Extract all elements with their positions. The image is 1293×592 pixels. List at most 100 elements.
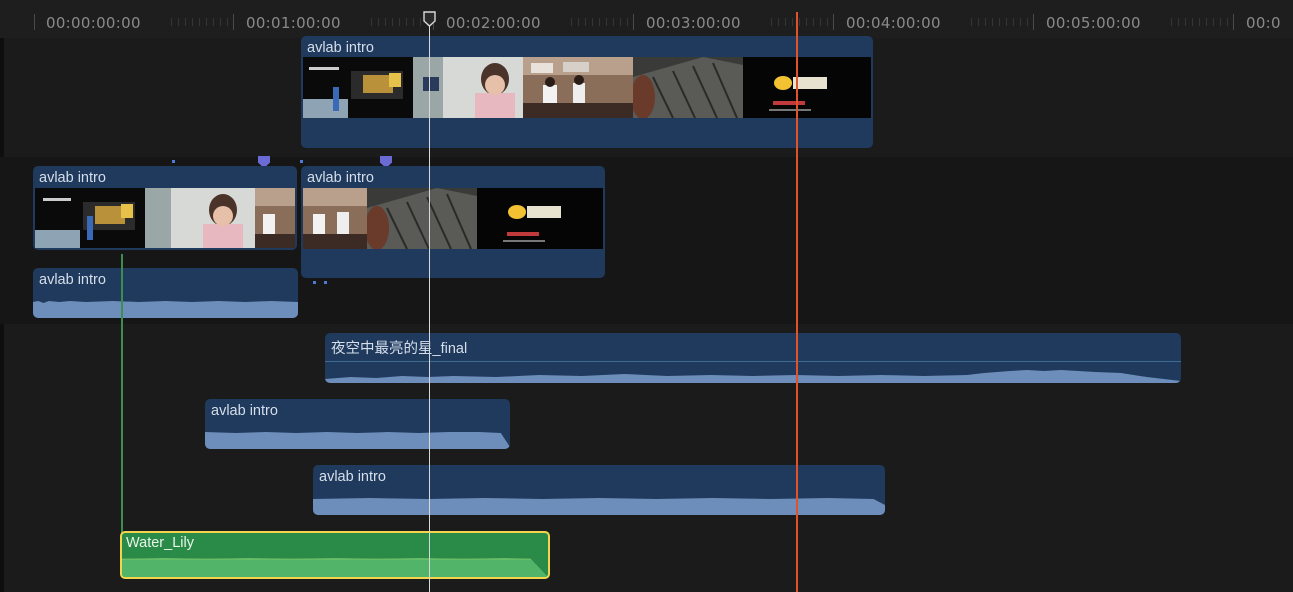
ruler-minor-tick <box>1020 18 1021 26</box>
keyframe-dot <box>300 160 303 163</box>
ruler-minor-tick <box>992 18 993 26</box>
filmstrip <box>35 188 295 248</box>
playhead-handle-icon[interactable] <box>423 11 436 27</box>
ruler-tick <box>233 14 234 30</box>
audio-clip[interactable]: avlab intro <box>205 399 510 449</box>
ruler-minor-tick <box>413 18 414 26</box>
ruler-timecode: 00:01:00:00 <box>246 14 341 32</box>
title-card-thumbnail <box>303 57 413 118</box>
connected-video-clip[interactable]: avlab intro <box>301 36 873 148</box>
ruler-tick <box>633 14 634 30</box>
ruler-minor-tick <box>1213 18 1214 26</box>
clip-label: avlab intro <box>39 170 106 186</box>
ruler-minor-tick <box>792 18 793 26</box>
ruler-tick <box>833 14 834 30</box>
ruler-minor-tick <box>827 18 828 26</box>
ruler-minor-tick <box>999 18 1000 26</box>
ruler-minor-tick <box>571 18 572 26</box>
ruler-minor-tick <box>1227 18 1228 26</box>
ruler-minor-tick <box>220 18 221 26</box>
skimmer-line <box>796 12 798 592</box>
ruler-minor-tick <box>371 18 372 26</box>
ruler-minor-tick <box>206 18 207 26</box>
ruler-minor-tick <box>171 18 172 26</box>
ruler-minor-tick <box>627 18 628 26</box>
primary-video-clip[interactable]: avlab intro <box>33 166 297 250</box>
audio-waveform <box>33 296 298 318</box>
connection-line <box>121 254 123 534</box>
ruler-minor-tick <box>578 18 579 26</box>
ruler-timecode: 00:00:00:00 <box>46 14 141 32</box>
ruler-minor-tick <box>978 18 979 26</box>
ruler-timecode: 00:03:00:00 <box>646 14 741 32</box>
logo-thumbnail <box>477 188 603 249</box>
ruler-minor-tick <box>785 18 786 26</box>
audio-waveform <box>205 427 510 449</box>
audio-waveform <box>313 493 885 515</box>
ruler-minor-tick <box>771 18 772 26</box>
clip-label: avlab intro <box>307 170 374 186</box>
ruler-minor-tick <box>1171 18 1172 26</box>
filmstrip <box>303 188 603 249</box>
clip-label: avlab intro <box>39 272 106 288</box>
ruler-timecode: 00:05:00:00 <box>1046 14 1141 32</box>
logo-thumbnail <box>743 57 871 118</box>
playhead-line[interactable] <box>429 12 430 592</box>
audio-clip[interactable]: avlab intro <box>33 268 298 318</box>
ruler-minor-tick <box>778 18 779 26</box>
audio-clip[interactable]: avlab intro <box>313 465 885 515</box>
ruler-minor-tick <box>406 18 407 26</box>
ruler-minor-tick <box>813 18 814 26</box>
ruler-minor-tick <box>399 18 400 26</box>
ruler-timecode: 00:02:00:00 <box>446 14 541 32</box>
clip-label: Water_Lily <box>126 535 194 551</box>
ruler-minor-tick <box>1027 18 1028 26</box>
ruler-timecode: 00:0 <box>1246 14 1281 32</box>
title-card-thumbnail <box>35 188 145 248</box>
audio-waveform <box>122 551 548 577</box>
ruler-tick <box>34 14 35 30</box>
ruler-minor-tick <box>385 18 386 26</box>
ruler-minor-tick <box>1192 18 1193 26</box>
mixing-console-thumbnail <box>631 57 743 118</box>
ruler-minor-tick <box>620 18 621 26</box>
ruler-minor-tick <box>199 18 200 26</box>
ruler-minor-tick <box>613 18 614 26</box>
timeline-ruler[interactable]: 00:00:00:00 00:01:00:00 00:02:00:00 00:0… <box>0 0 1293 38</box>
mixing-console-thumbnail <box>365 188 477 249</box>
volume-line[interactable] <box>325 361 1181 362</box>
ruler-timecode: 00:04:00:00 <box>846 14 941 32</box>
music-audio-clip[interactable]: 夜空中最亮的星_final <box>325 333 1181 383</box>
ruler-minor-tick <box>1220 18 1221 26</box>
keyframe-dot <box>324 281 327 284</box>
ruler-minor-tick <box>1185 18 1186 26</box>
ruler-minor-tick <box>585 18 586 26</box>
ruler-minor-tick <box>420 18 421 26</box>
ruler-tick <box>1033 14 1034 30</box>
ruler-minor-tick <box>806 18 807 26</box>
ruler-minor-tick <box>178 18 179 26</box>
clip-label: 夜空中最亮的星_final <box>331 341 468 357</box>
primary-video-clip[interactable]: avlab intro <box>301 166 605 278</box>
ruler-minor-tick <box>606 18 607 26</box>
ruler-minor-tick <box>213 18 214 26</box>
keyframe-dot <box>313 281 316 284</box>
ruler-minor-tick <box>971 18 972 26</box>
ruler-minor-tick <box>599 18 600 26</box>
ruler-minor-tick <box>1199 18 1200 26</box>
ruler-minor-tick <box>1178 18 1179 26</box>
ruler-minor-tick <box>378 18 379 26</box>
ruler-minor-tick <box>1006 18 1007 26</box>
ruler-minor-tick <box>820 18 821 26</box>
filmstrip <box>303 57 871 118</box>
classroom-thumbnail <box>255 188 295 248</box>
classroom-thumbnail <box>303 188 367 249</box>
keyframe-dot <box>172 160 175 163</box>
selected-audio-clip[interactable]: Water_Lily <box>120 531 550 579</box>
ruler-minor-tick <box>192 18 193 26</box>
ruler-minor-tick <box>592 18 593 26</box>
ruler-minor-tick <box>185 18 186 26</box>
clip-label: avlab intro <box>319 469 386 485</box>
ruler-minor-tick <box>799 18 800 26</box>
ruler-minor-tick <box>227 18 228 26</box>
